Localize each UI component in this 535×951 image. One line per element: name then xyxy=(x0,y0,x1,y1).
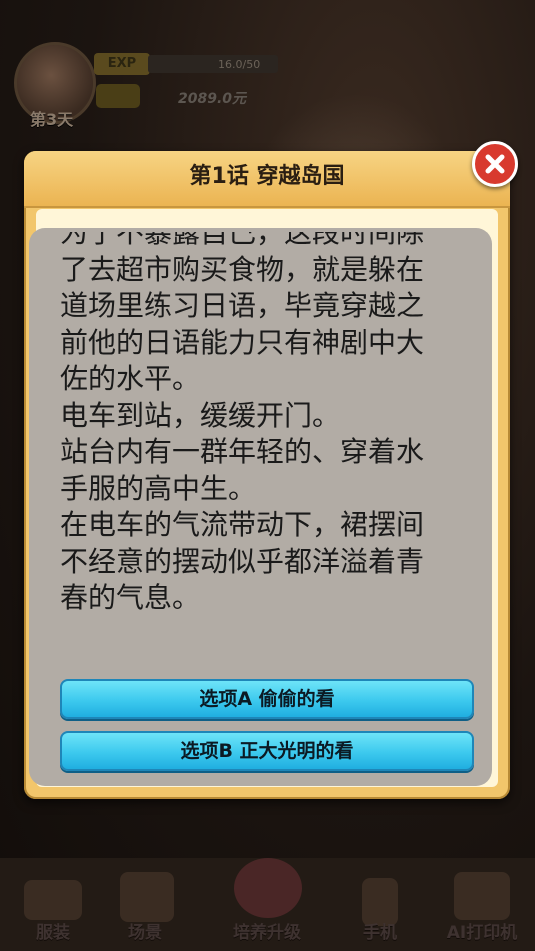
story-line: 前他的日语能力只有神剧中大 xyxy=(60,325,425,359)
story-line: 手服的高中生。 xyxy=(60,471,257,505)
story-text: 为了不暴露自己，这段时间除 了去超市购买食物，就是躲在 道场里练习日语，毕竟穿越… xyxy=(60,232,480,617)
day-counter: 第3天 xyxy=(30,110,74,129)
scene-icon xyxy=(120,872,174,922)
story-scroll-area[interactable]: 为了不暴露自己，这段时间除 了去超市购买食物，就是躲在 道场里练习日语，毕竟穿越… xyxy=(60,232,480,642)
story-line: 了去超市购买食物，就是躲在 xyxy=(60,252,425,286)
top-hud: 第3天 EXP 16.0/50 2089.0元 xyxy=(0,0,535,295)
nav-label-printer: AI打印机 xyxy=(446,923,518,943)
option-b-button[interactable]: 选项B 正大光明的看 xyxy=(60,731,474,771)
printer-icon xyxy=(454,872,510,920)
story-line: 为了不暴露自己，这段时间除 xyxy=(60,232,425,249)
clothing-icon xyxy=(24,880,82,920)
nav-item-scene[interactable]: 场景 xyxy=(100,858,190,951)
nav-item-printer[interactable]: AI打印机 xyxy=(432,858,532,951)
nav-label-clothing: 服装 xyxy=(36,923,70,943)
money-value: 2089.0元 xyxy=(178,91,247,107)
dialog-title: 第1话 穿越岛国 xyxy=(189,164,345,189)
nav-label-upgrade: 培养升级 xyxy=(233,923,301,943)
exp-badge: EXP xyxy=(94,53,150,75)
story-line: 道场里练习日语，毕竟穿越之 xyxy=(60,289,425,322)
story-line: 在电车的气流带动下，裙摆间 xyxy=(60,508,425,541)
story-line: 电车到站，缓缓开门。 xyxy=(60,398,341,432)
nav-item-phone[interactable]: 手机 xyxy=(340,858,420,951)
option-a-button[interactable]: 选项A 偷偷的看 xyxy=(60,679,474,719)
close-icon xyxy=(475,144,515,184)
story-line: 站台内有一群年轻的、穿着水 xyxy=(60,435,425,468)
story-line: 不经意的摆动似乎都洋溢着青 xyxy=(60,544,425,578)
nav-label-scene: 场景 xyxy=(128,923,162,943)
story-line: 春的气息。 xyxy=(60,581,201,614)
bottom-nav: 服装 场景 培养升级 手机 AI打印机 xyxy=(0,858,535,951)
money-icon xyxy=(96,84,140,108)
close-button[interactable] xyxy=(472,141,518,187)
nav-item-upgrade[interactable]: 培养升级 xyxy=(212,858,322,951)
nav-item-clothing[interactable]: 服装 xyxy=(8,858,98,951)
upgrade-icon xyxy=(234,858,302,918)
nav-label-phone: 手机 xyxy=(363,923,397,943)
story-line: 佐的水平。 xyxy=(60,362,201,395)
exp-value: 16.0/50 xyxy=(218,58,261,71)
